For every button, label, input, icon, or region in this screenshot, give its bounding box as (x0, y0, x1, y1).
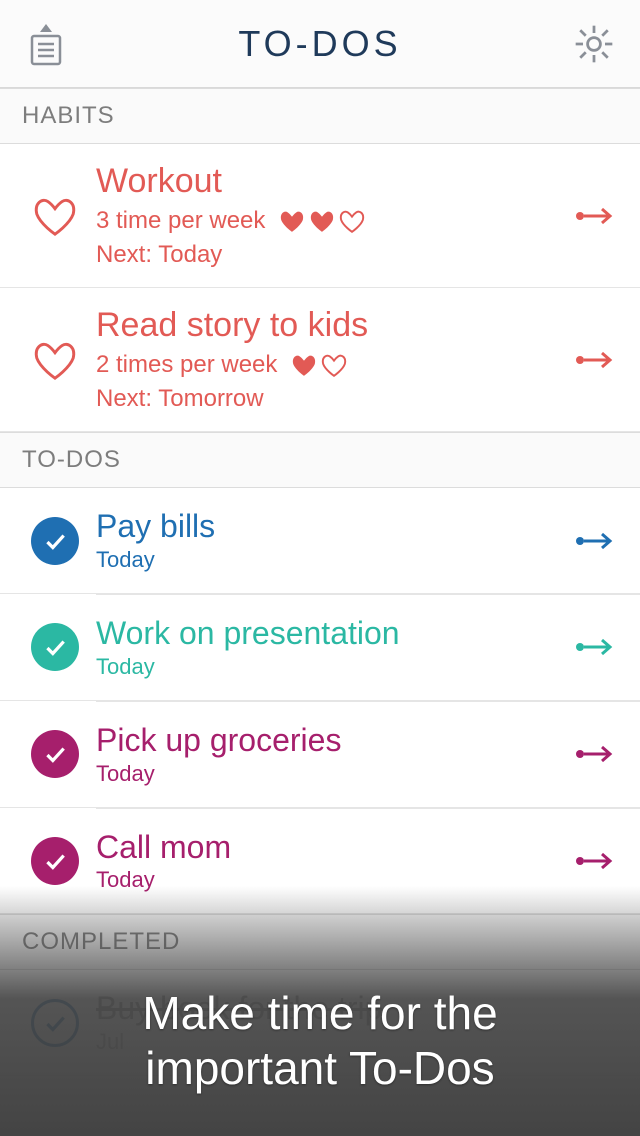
heart-outline-icon (33, 340, 77, 380)
check-circle-icon[interactable] (31, 837, 79, 885)
habit-next: Next: Tomorrow (96, 385, 558, 413)
todo-row[interactable]: Work on presentation Today (0, 595, 640, 701)
settings-button[interactable] (566, 16, 622, 72)
todo-title: Pay bills (96, 508, 558, 545)
promo-overlay: Make time for the important To-Dos (0, 886, 640, 1136)
heart-outline-icon (33, 196, 77, 236)
habit-progress-hearts (291, 353, 347, 377)
check-circle-icon[interactable] (31, 517, 79, 565)
todo-due: Today (96, 654, 558, 680)
section-label: HABITS (22, 102, 115, 130)
check-circle-icon[interactable] (31, 730, 79, 778)
swipe-arrow-icon (574, 206, 618, 226)
page-title: TO-DOS (238, 23, 401, 65)
swipe-arrow-icon (574, 531, 618, 551)
swipe-arrow-icon (574, 744, 618, 764)
menu-icon (22, 20, 70, 68)
todo-row[interactable]: Pay bills Today (0, 488, 640, 594)
habit-progress-hearts (279, 209, 365, 233)
check-circle-icon[interactable] (31, 623, 79, 671)
todo-title: Work on presentation (96, 615, 558, 652)
swipe-arrow-icon (574, 350, 618, 370)
habit-title: Read story to kids (96, 306, 558, 345)
todo-due: Today (96, 761, 558, 787)
todo-title: Pick up groceries (96, 722, 558, 759)
habit-title: Workout (96, 162, 558, 201)
header-bar: TO-DOS (0, 0, 640, 88)
section-header-habits: HABITS (0, 88, 640, 144)
habit-next: Next: Today (96, 241, 558, 269)
habit-frequency: 2 times per week (96, 351, 277, 379)
todo-due: Today (96, 547, 558, 573)
todo-title: Call mom (96, 829, 558, 866)
gear-icon (572, 22, 616, 66)
swipe-arrow-icon (574, 637, 618, 657)
habit-row[interactable]: Read story to kids 2 times per week Next… (0, 288, 640, 432)
overlay-caption: Make time for the important To-Dos (142, 986, 497, 1096)
habit-frequency: 3 time per week (96, 207, 265, 235)
section-label: TO-DOS (22, 446, 121, 474)
swipe-arrow-icon (574, 851, 618, 871)
menu-button[interactable] (18, 16, 74, 72)
habit-row[interactable]: Workout 3 time per week Next: Today (0, 144, 640, 288)
section-header-todos: TO-DOS (0, 432, 640, 488)
todo-row[interactable]: Pick up groceries Today (0, 702, 640, 808)
